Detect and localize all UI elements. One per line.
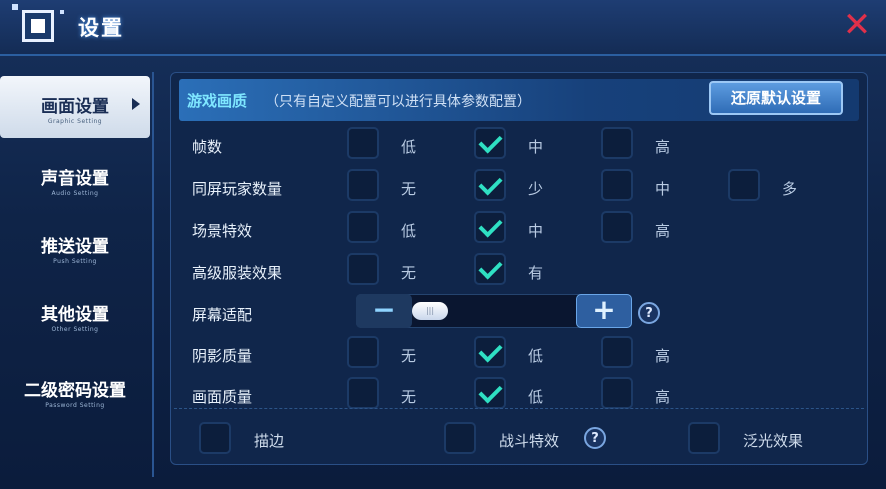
scene-fx-mid-checkbox[interactable] <box>474 211 506 243</box>
option-label: 泛光效果 <box>743 432 804 450</box>
option-label: 少 <box>528 180 544 198</box>
sidebar-item-other[interactable]: 其他设置 Other Setting <box>0 284 150 346</box>
shadow-none-checkbox[interactable] <box>347 336 379 368</box>
row-label-scene-fx: 场景特效 <box>192 222 253 240</box>
window-title: 设置 <box>78 16 124 40</box>
bloom-checkbox[interactable] <box>688 422 720 454</box>
option-label: 战斗特效 <box>499 432 560 450</box>
sidebar-item-label: 其他设置 <box>41 305 109 325</box>
quality-none-checkbox[interactable] <box>347 377 379 409</box>
sidebar-divider <box>152 72 154 477</box>
sidebar-item-graphic[interactable]: 画面设置 Graphic Setting <box>0 76 150 138</box>
sidebar-item-label: 画面设置 <box>41 97 109 117</box>
option-label: 中 <box>528 138 544 156</box>
sidebar-item-label: 声音设置 <box>41 169 109 189</box>
sidebar-item-password[interactable]: 二级密码设置 Password Setting <box>0 360 150 422</box>
option-label: 高 <box>655 222 671 240</box>
help-icon[interactable]: ? <box>584 427 606 449</box>
settings-logo-icon <box>22 10 54 42</box>
quality-low-checkbox[interactable] <box>474 377 506 409</box>
decor-dot <box>12 4 18 10</box>
option-label: 无 <box>401 388 417 406</box>
option-label: 中 <box>528 222 544 240</box>
option-label: 低 <box>528 347 544 365</box>
scene-fx-low-checkbox[interactable] <box>347 211 379 243</box>
players-few-checkbox[interactable] <box>474 169 506 201</box>
restore-defaults-button[interactable]: 还原默认设置 <box>709 81 843 115</box>
row-label-quality: 画面质量 <box>192 388 253 406</box>
option-label: 高 <box>655 388 671 406</box>
shadow-low-checkbox[interactable] <box>474 336 506 368</box>
option-label: 无 <box>401 264 417 282</box>
option-label: 低 <box>401 138 417 156</box>
option-label: 中 <box>655 180 671 198</box>
players-none-checkbox[interactable] <box>347 169 379 201</box>
sidebar-item-sublabel: Push Setting <box>53 258 97 265</box>
panel-title: 游戏画质 <box>187 92 248 110</box>
option-label: 高 <box>655 347 671 365</box>
sidebar: 画面设置 Graphic Setting 声音设置 Audio Setting … <box>0 68 158 483</box>
players-many-checkbox[interactable] <box>728 169 760 201</box>
title-bar: 设置 ✕ <box>0 0 886 56</box>
section-divider <box>174 408 864 409</box>
outline-checkbox[interactable] <box>199 422 231 454</box>
option-label: 低 <box>401 222 417 240</box>
panel-note: （只有自定义配置可以进行具体参数配置） <box>265 94 531 110</box>
scene-fx-high-checkbox[interactable] <box>601 211 633 243</box>
sidebar-item-push[interactable]: 推送设置 Push Setting <box>0 216 150 278</box>
row-label-screen-fit: 屏幕适配 <box>192 306 253 324</box>
close-icon[interactable]: ✕ <box>842 8 872 42</box>
combat-fx-checkbox[interactable] <box>444 422 476 454</box>
sidebar-item-label: 推送设置 <box>41 237 109 257</box>
panel-header: 游戏画质 （只有自定义配置可以进行具体参数配置） 还原默认设置 <box>179 79 859 121</box>
slider-handle[interactable]: ||| <box>412 302 448 320</box>
help-icon[interactable]: ? <box>638 302 660 324</box>
sidebar-item-sublabel: Audio Setting <box>51 190 99 197</box>
costume-on-checkbox[interactable] <box>474 253 506 285</box>
option-label: 无 <box>401 347 417 365</box>
row-label-shadow: 阴影质量 <box>192 347 253 365</box>
sidebar-item-sublabel: Other Setting <box>51 326 99 333</box>
costume-none-checkbox[interactable] <box>347 253 379 285</box>
fps-low-checkbox[interactable] <box>347 127 379 159</box>
row-label-fps: 帧数 <box>192 138 223 156</box>
sidebar-item-label: 二级密码设置 <box>24 381 126 401</box>
option-label: 多 <box>782 180 798 198</box>
sidebar-item-sublabel: Graphic Setting <box>47 118 103 125</box>
minus-button[interactable]: − <box>356 294 412 328</box>
shadow-high-checkbox[interactable] <box>601 336 633 368</box>
option-label: 低 <box>528 388 544 406</box>
option-label: 高 <box>655 138 671 156</box>
fps-high-checkbox[interactable] <box>601 127 633 159</box>
option-label: 有 <box>528 264 544 282</box>
sidebar-item-audio[interactable]: 声音设置 Audio Setting <box>0 148 150 210</box>
quality-high-checkbox[interactable] <box>601 377 633 409</box>
chevron-right-icon <box>132 98 140 110</box>
option-label: 无 <box>401 180 417 198</box>
players-mid-checkbox[interactable] <box>601 169 633 201</box>
option-label: 描边 <box>254 432 285 450</box>
sidebar-item-sublabel: Password Setting <box>45 402 105 409</box>
decor-dot <box>60 10 64 14</box>
fps-mid-checkbox[interactable] <box>474 127 506 159</box>
row-label-players: 同屏玩家数量 <box>192 180 283 198</box>
row-label-costume: 高级服装效果 <box>192 264 283 282</box>
plus-button[interactable]: + <box>576 294 632 328</box>
